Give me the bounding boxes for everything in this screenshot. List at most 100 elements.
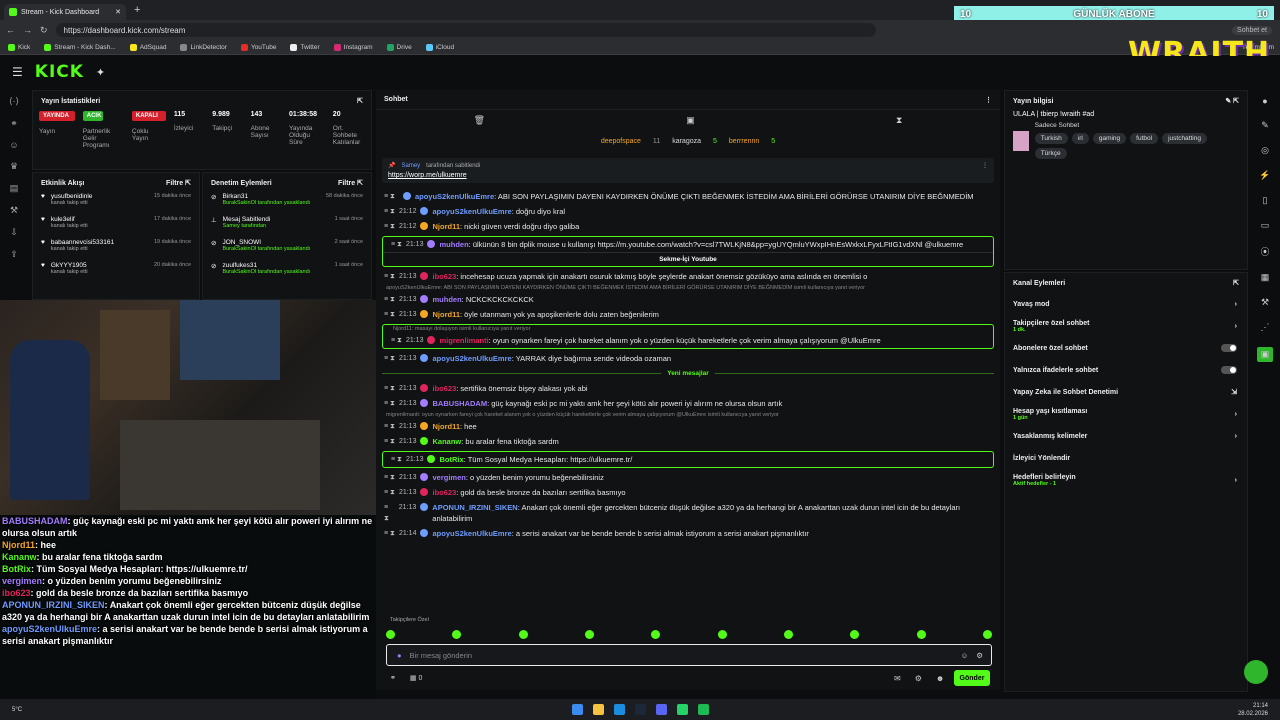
- bolt-icon[interactable]: ⚡: [1259, 170, 1270, 181]
- activity-filter-button[interactable]: Filtre: [166, 180, 183, 187]
- msg-username[interactable]: APONUN_IRZINI_SIKEN: [432, 503, 517, 512]
- chat-fab-icon[interactable]: [1244, 660, 1268, 684]
- menu-icon[interactable]: ☰: [12, 65, 23, 79]
- green-action-icon[interactable]: ▣: [1256, 347, 1274, 362]
- broadcast-icon[interactable]: ⦿: [1260, 245, 1269, 258]
- emote[interactable]: [584, 629, 594, 639]
- back-icon[interactable]: ←: [6, 25, 15, 35]
- mobile-icon[interactable]: ▯: [1263, 195, 1268, 206]
- popout-icon[interactable]: ⇱: [1233, 279, 1239, 287]
- emote[interactable]: [518, 629, 528, 639]
- close-tab-icon[interactable]: ✕: [115, 8, 121, 16]
- channel-action-item[interactable]: Abonelere özel sohbet: [1009, 337, 1247, 359]
- forward-icon[interactable]: →: [23, 25, 32, 35]
- bookmark-linkdetector[interactable]: LinkDetector: [180, 43, 227, 51]
- emote[interactable]: [651, 629, 661, 639]
- msg-menu-icon[interactable]: ≡ ⧗: [384, 487, 395, 498]
- chat-message[interactable]: ≡ ⧗ 21:13 apoyuS2kenUlkuEmre: YARRAK diye …: [376, 351, 1000, 366]
- chat-menu-icon[interactable]: ⋮: [985, 96, 992, 104]
- channel-action-item[interactable]: Hedefleri belirleyin Aktif hedefler - 1 ›: [1009, 469, 1247, 491]
- whatsapp-icon[interactable]: [676, 704, 688, 715]
- weather[interactable]: 5°C: [12, 707, 22, 713]
- edit-icon[interactable]: ✎ ⇱: [1225, 97, 1239, 105]
- bot-icon[interactable]: ☻: [936, 674, 944, 683]
- start-icon[interactable]: [571, 704, 583, 715]
- stream-icon[interactable]: ⟨·⟩: [9, 96, 19, 107]
- msg-username[interactable]: Njord11: [432, 222, 460, 231]
- settings-icon[interactable]: ⚙: [976, 651, 983, 660]
- chat-message[interactable]: ≡ ⧗ 21:13 muhden: ülkünün 8 bin dplik mous…: [382, 236, 994, 267]
- pinned-link[interactable]: https://worp.me/ulkuemre: [388, 172, 988, 179]
- emote-picker-icon[interactable]: ☺: [961, 651, 969, 660]
- mic-icon[interactable]: ●: [397, 651, 402, 660]
- emote[interactable]: [850, 629, 860, 639]
- channel-action-item[interactable]: Hesap yaşı kısıtlaması 1 gün ›: [1009, 403, 1247, 425]
- toggle-switch[interactable]: [1221, 344, 1237, 352]
- chat-settings-icon[interactable]: ✉: [894, 674, 901, 683]
- msg-menu-icon[interactable]: ≡ ⧗: [391, 335, 402, 346]
- msg-username[interactable]: ibo623: [432, 488, 456, 497]
- msg-menu-icon[interactable]: ≡ ⧗: [384, 191, 395, 202]
- comment-icon[interactable]: ▭: [1261, 220, 1270, 231]
- msg-menu-icon[interactable]: ≡ ⧗: [384, 206, 395, 217]
- emote[interactable]: [452, 629, 462, 639]
- chat-input[interactable]: ● Bir mesaj gönderin ☺ ⚙: [386, 644, 992, 666]
- msg-username[interactable]: migrenlimanti: [439, 336, 488, 345]
- layout-icon[interactable]: ▤: [10, 183, 19, 194]
- msg-username[interactable]: ibo623: [432, 384, 456, 393]
- msg-menu-icon[interactable]: ≡ ⧗: [391, 454, 402, 465]
- bookmark-adsquad[interactable]: AdSquad: [129, 43, 166, 51]
- wrench-icon[interactable]: ⚒: [1261, 297, 1269, 308]
- chat-message[interactable]: ≡ ⧗ apoyuS2kenUlkuEmre: ABI SON PAYLAŞIMI…: [376, 189, 1000, 204]
- spotify-icon[interactable]: [697, 704, 709, 715]
- chat-message[interactable]: apoyuS2kenUlkuEmre: ABI SON PAYLAŞIMIN D…: [376, 284, 1000, 307]
- msg-username[interactable]: muhden: [439, 240, 468, 249]
- msg-username[interactable]: BotRix: [439, 455, 463, 464]
- bookmark-twitter[interactable]: Twitter: [290, 43, 320, 51]
- reload-icon[interactable]: ↻: [40, 25, 48, 36]
- emote[interactable]: [783, 629, 793, 639]
- msg-menu-icon[interactable]: ≡ ⧗: [384, 271, 395, 282]
- msg-menu-icon[interactable]: ≡ ⧗: [391, 239, 402, 250]
- popout-icon[interactable]: ⇱: [185, 180, 191, 187]
- chat-message[interactable]: ≡ ⧗ 21:13 ibo623: gold da besle bronze da …: [376, 485, 1000, 500]
- trash-icon[interactable]: 🗑: [474, 115, 485, 126]
- hourglass-icon[interactable]: ⧗: [896, 115, 902, 126]
- msg-username[interactable]: muhden: [432, 295, 461, 304]
- send-button[interactable]: Gönder: [954, 670, 990, 686]
- gear-icon[interactable]: ⚙: [915, 674, 922, 683]
- bookmark-kick[interactable]: Kick: [8, 43, 30, 51]
- channel-action-item[interactable]: Takipçilere özel sohbet 1 dk. ›: [1009, 315, 1247, 337]
- chat-message[interactable]: migrenlimanti: oyun oynarken fareyi çok …: [376, 411, 1000, 434]
- msg-username[interactable]: apoyuS2kenUlkuEmre: [432, 354, 511, 363]
- explorer-icon[interactable]: [592, 704, 604, 715]
- profile-button[interactable]: Sohbet et: [1232, 25, 1272, 35]
- chat-message[interactable]: ≡ ⧗ 21:13 BABUSHADAM: güç kaynağı eski pc …: [376, 396, 1000, 411]
- emote[interactable]: [916, 629, 926, 639]
- steam-icon[interactable]: [634, 704, 646, 715]
- popout-icon[interactable]: ⇱: [357, 97, 363, 105]
- msg-menu-icon[interactable]: ≡ ⧗: [384, 436, 395, 447]
- bookmark-icloud[interactable]: iCloud: [425, 43, 454, 51]
- grid-icon[interactable]: ▦: [1261, 272, 1270, 283]
- upload-icon[interactable]: ⇪: [10, 249, 18, 260]
- chat-message[interactable]: ≡ ⧗ 21:13 Kananw: bu aralar fena tiktoğa s…: [376, 434, 1000, 449]
- youtube-embed-button[interactable]: Sekme-İçi Youtube: [383, 252, 993, 266]
- bookmark-drive[interactable]: Drive: [386, 43, 412, 51]
- url-input[interactable]: https://dashboard.kick.com/stream: [55, 23, 876, 37]
- discord-icon[interactable]: [655, 704, 667, 715]
- pinned-menu-icon[interactable]: ⋮: [982, 162, 988, 169]
- gift-icon[interactable]: ▦ 0: [410, 674, 422, 682]
- bookmark-instagram[interactable]: Instagram: [333, 43, 373, 51]
- msg-menu-icon[interactable]: ≡ ⧗: [384, 398, 395, 409]
- kick-logo[interactable]: KICK: [35, 62, 84, 82]
- msg-menu-icon[interactable]: ≡ ⧗: [384, 221, 395, 232]
- msg-username[interactable]: apoyuS2kenUlkuEmre: [432, 529, 511, 538]
- share-icon[interactable]: ⋰: [1261, 322, 1270, 333]
- emote[interactable]: [386, 629, 395, 639]
- chat-message[interactable]: ≡ ⧗ 21:12 apoyuS2kenUlkuEmre: doğru diyo k…: [376, 204, 1000, 219]
- msg-menu-icon[interactable]: ≡ ⧗: [384, 528, 395, 539]
- msg-username[interactable]: ibo623: [432, 272, 456, 281]
- channel-action-item[interactable]: Yapay Zeka ile Sohbet Denetimi ⇲: [1009, 381, 1247, 403]
- msg-username[interactable]: vergimen: [432, 473, 465, 482]
